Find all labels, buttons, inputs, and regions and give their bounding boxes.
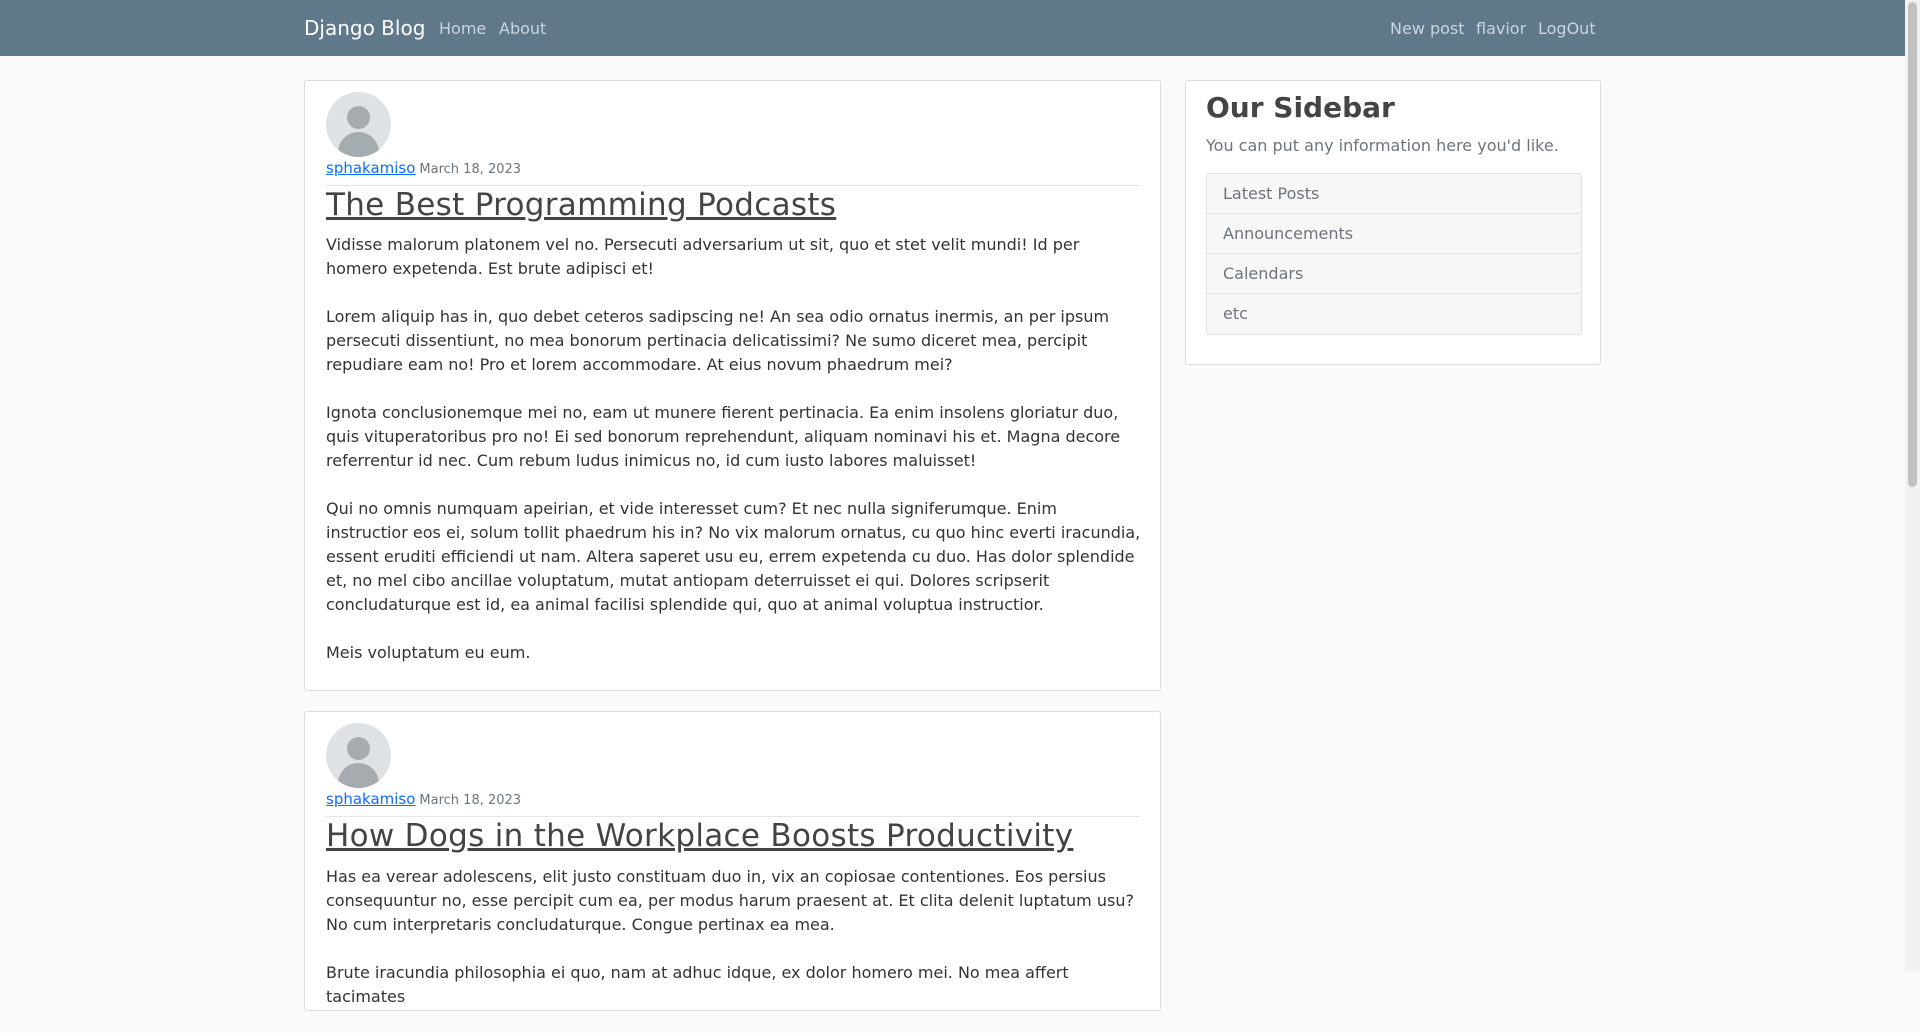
sidebar-item-announcements[interactable]: Announcements <box>1207 214 1581 254</box>
sidebar-title: Our Sidebar <box>1206 91 1395 124</box>
post-paragraph: Vidisse malorum platonem vel no. Persecu… <box>326 235 1080 278</box>
post-date: March 18, 2023 <box>419 162 522 177</box>
author-avatar-icon <box>326 723 391 788</box>
post-content: Has ea verear adolescens, elit justo con… <box>326 865 1141 1033</box>
post-title-link[interactable]: The Best Programming Podcasts <box>326 187 836 223</box>
author-link[interactable]: sphakamiso <box>326 159 415 177</box>
sidebar-description: You can put any information here you'd l… <box>1206 136 1559 155</box>
sidebar-list: Latest Posts Announcements Calendars etc <box>1206 173 1582 335</box>
post-meta: sphakamiso March 18, 2023 <box>326 159 1139 186</box>
author-avatar-icon <box>326 92 391 157</box>
sidebar-item-latest-posts[interactable]: Latest Posts <box>1207 174 1581 214</box>
post-paragraph: Lorem aliquip has in, quo debet ceteros … <box>326 307 1110 374</box>
post-title-link[interactable]: How Dogs in the Workplace Boosts Product… <box>326 818 1073 854</box>
sidebar-item-calendars[interactable]: Calendars <box>1207 254 1581 294</box>
post-paragraph: Ignota conclusionemque mei no, eam ut mu… <box>326 403 1121 470</box>
sidebar-card: Our Sidebar You can put any information … <box>1185 80 1601 365</box>
scrollbar-thumb[interactable] <box>1908 2 1917 487</box>
author-link[interactable]: sphakamiso <box>326 790 415 808</box>
nav-profile-link[interactable]: flavior <box>1476 19 1526 38</box>
post-content: Vidisse malorum platonem vel no. Persecu… <box>326 233 1141 689</box>
post-paragraph: Meis voluptatum eu eum. <box>326 643 531 662</box>
nav-new-post-link[interactable]: New post <box>1390 19 1465 38</box>
post-card: sphakamiso March 18, 2023 The Best Progra… <box>304 80 1161 691</box>
post-paragraph: Qui no omnis numquam apeirian, et vide i… <box>326 499 1141 614</box>
nav-about-link[interactable]: About <box>499 19 546 38</box>
post-meta: sphakamiso March 18, 2023 <box>326 790 1139 817</box>
post-card: sphakamiso March 18, 2023 How Dogs in the… <box>304 711 1161 1011</box>
nav-logout-link[interactable]: LogOut <box>1538 19 1596 38</box>
post-paragraph: Brute iracundia philosophia ei quo, nam … <box>326 963 1069 1006</box>
post-date: March 18, 2023 <box>419 793 522 808</box>
nav-home-link[interactable]: Home <box>439 19 486 38</box>
top-navbar: Django Blog Home About New post flavior … <box>0 0 1905 56</box>
brand-link[interactable]: Django Blog <box>304 16 425 40</box>
post-paragraph: Has ea verear adolescens, elit justo con… <box>326 867 1134 934</box>
sidebar-item-etc[interactable]: etc <box>1207 294 1581 334</box>
page-scrollbar[interactable] <box>1905 0 1920 971</box>
